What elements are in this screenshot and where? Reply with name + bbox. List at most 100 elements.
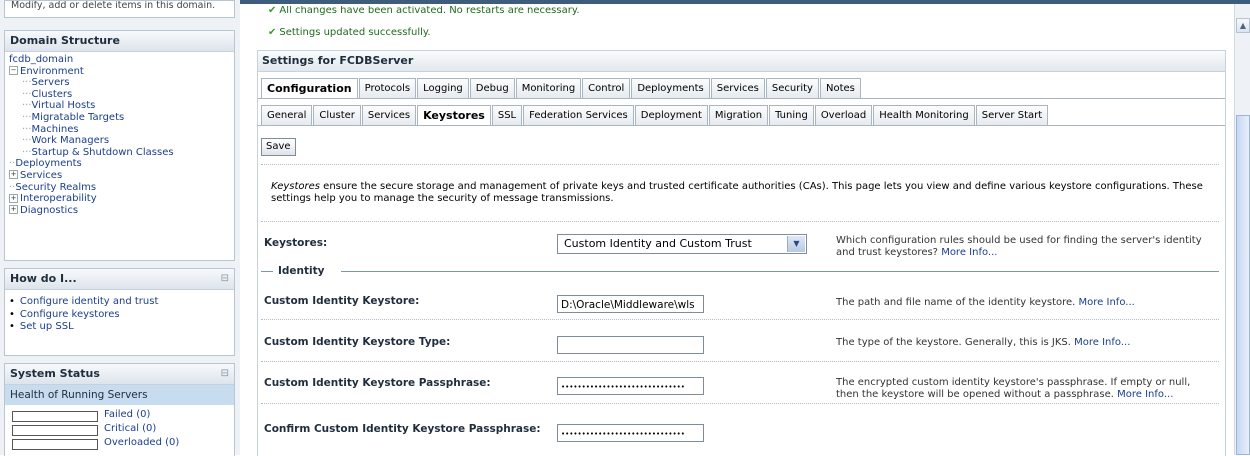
keystores-label: Keystores: [264, 237, 328, 249]
how-do-i-title: How do I... [10, 272, 77, 285]
expand-icon[interactable]: + [9, 170, 18, 180]
subtab-migration[interactable]: Migration [708, 105, 769, 125]
vertical-scrollbar[interactable]: ▲ [1234, 4, 1250, 455]
sub-tabs: General Cluster Services Keystores SSL F… [261, 105, 1049, 125]
status-failed: Failed (0) [5, 408, 234, 422]
chevron-down-icon[interactable]: ▼ [787, 236, 805, 252]
tree-interoperability[interactable]: + Interoperability [9, 193, 230, 205]
keystores-help: Which configuration rules should be used… [836, 235, 1202, 258]
howto-configure-keystores[interactable]: Configure keystores [9, 309, 230, 322]
subtab-federation-services[interactable]: Federation Services [523, 105, 634, 125]
tree-env-clusters[interactable]: ···Clusters [9, 89, 230, 101]
tab-services[interactable]: Services [710, 78, 765, 98]
separator [261, 319, 1219, 320]
tree-deployments[interactable]: ··Deployments [9, 158, 230, 170]
tree-env-servers[interactable]: ···Servers [9, 77, 230, 89]
collapse-icon[interactable]: − [9, 66, 18, 76]
tree-services[interactable]: + Services [9, 170, 230, 182]
subtab-health-monitoring[interactable]: Health Monitoring [873, 105, 975, 125]
tree-env-startup-shutdown[interactable]: ···Startup & Shutdown Classes [9, 147, 230, 159]
howto-set-up-ssl[interactable]: Set up SSL [9, 321, 230, 334]
tree-env-work-managers[interactable]: ···Work Managers [9, 135, 230, 147]
separator [261, 361, 1219, 362]
tab-logging[interactable]: Logging [417, 78, 469, 98]
settings-title: Settings for FCDBServer [258, 51, 1225, 72]
check-icon: ✔ [268, 27, 277, 38]
keystores-select[interactable]: Custom Identity and Custom Trust ▼ [557, 234, 807, 254]
subtab-cluster[interactable]: Cluster [313, 105, 361, 125]
description-emphasis: Keystores [271, 181, 320, 192]
custom-identity-pass-input[interactable]: •••••••••••••••••••••••••••••• [557, 377, 704, 395]
tree-security-realms[interactable]: ··Security Realms [9, 182, 230, 194]
confirm-pass-input[interactable]: •••••••••••••••••••••••••••••• [557, 424, 704, 442]
custom-identity-type-input[interactable] [557, 336, 704, 354]
tree-env-virtual-hosts[interactable]: ···Virtual Hosts [9, 100, 230, 112]
settings-panel: Settings for FCDBServer Configuration Pr… [257, 50, 1226, 456]
tab-security[interactable]: Security [765, 78, 819, 98]
top-tabs: Configuration Protocols Logging Debug Mo… [261, 78, 862, 98]
how-do-i-list: Configure identity and trust Configure k… [5, 290, 234, 336]
expand-icon[interactable]: + [9, 193, 18, 203]
tree-environment[interactable]: − Environment [9, 66, 230, 78]
subtab-ssl[interactable]: SSL [491, 105, 523, 125]
subtab-general[interactable]: General [261, 105, 313, 125]
keystores-description: Keystores ensure the secure storage and … [271, 181, 1211, 205]
tree-environment-label: Environment [20, 65, 84, 77]
message-activated: ✔ All changes have been activated. No res… [268, 6, 580, 15]
scroll-up-icon[interactable]: ▲ [1236, 18, 1250, 33]
scrollbar-thumb[interactable] [1236, 115, 1250, 455]
confirm-pass-label: Confirm Custom Identity Keystore Passphr… [264, 423, 541, 435]
tab-divider [258, 125, 1225, 126]
subtab-tuning[interactable]: Tuning [769, 105, 814, 125]
tree-domain[interactable]: fcdb_domain [9, 54, 230, 66]
domain-structure-title: Domain Structure [5, 31, 234, 52]
subtab-deployment[interactable]: Deployment [634, 105, 708, 125]
separator [261, 403, 1219, 404]
custom-identity-keystore-help: The path and file name of the identity k… [836, 297, 1135, 308]
tab-control[interactable]: Control [582, 78, 631, 98]
minimize-icon[interactable]: ⊟ [221, 269, 229, 289]
separator [261, 221, 1219, 222]
left-sidebar: Modify, add or delete items in this doma… [0, 0, 240, 456]
subtab-services[interactable]: Services [361, 105, 417, 125]
subtab-keystores[interactable]: Keystores [417, 105, 491, 125]
minimize-icon[interactable]: ⊟ [221, 364, 229, 384]
subtab-overload[interactable]: Overload [814, 105, 873, 125]
check-icon: ✔ [268, 6, 277, 15]
health-subtitle: Health of Running Servers [5, 385, 234, 405]
custom-identity-keystore-label: Custom Identity Keystore: [264, 295, 420, 307]
tab-notes[interactable]: Notes [819, 78, 861, 98]
separator [261, 164, 1219, 165]
change-center-box: Modify, add or delete items in this doma… [4, 0, 235, 18]
tab-deployments[interactable]: Deployments [631, 78, 710, 98]
message-updated: ✔ Settings updated successfully. [268, 27, 431, 38]
expand-icon[interactable]: + [9, 205, 18, 215]
howto-configure-identity-trust[interactable]: Configure identity and trust [9, 296, 230, 309]
status-overloaded: Overloaded (0) [5, 436, 234, 450]
tab-configuration[interactable]: Configuration [261, 78, 358, 98]
custom-identity-pass-label: Custom Identity Keystore Passphrase: [264, 377, 491, 389]
status-critical: Critical (0) [5, 422, 234, 436]
more-info-link[interactable]: More Info... [1074, 337, 1130, 348]
change-center-text: Modify, add or delete items in this doma… [11, 1, 216, 10]
tab-debug[interactable]: Debug [469, 78, 515, 98]
more-info-link[interactable]: More Info... [1117, 389, 1173, 400]
more-info-link[interactable]: More Info... [941, 247, 997, 258]
custom-identity-pass-help: The encrypted custom identity keystore's… [836, 377, 1191, 400]
tree-diagnostics[interactable]: + Diagnostics [9, 205, 230, 217]
tab-monitoring[interactable]: Monitoring [515, 78, 582, 98]
subtab-server-start[interactable]: Server Start [975, 105, 1049, 125]
domain-structure-box: Domain Structure fcdb_domain − Environmen… [4, 30, 235, 261]
tree-env-machines[interactable]: ···Machines [9, 124, 230, 136]
description-text: ensure the secure storage and management… [271, 181, 1203, 204]
save-button[interactable]: Save [261, 138, 296, 156]
how-do-i-box: How do I... ⊟ Configure identity and trus… [4, 268, 235, 356]
tab-divider [258, 98, 1225, 99]
custom-identity-keystore-input[interactable]: D:\Oracle\Middleware\wls [557, 295, 704, 313]
system-status-box: System Status ⊟ Health of Running Servers… [4, 363, 235, 456]
tab-protocols[interactable]: Protocols [358, 78, 417, 98]
tree-env-migratable-targets[interactable]: ···Migratable Targets [9, 112, 230, 124]
more-info-link[interactable]: More Info... [1079, 297, 1135, 308]
identity-fieldset-legend: Identity [261, 265, 1219, 279]
domain-tree: fcdb_domain − Environment ···Servers ···C… [5, 52, 234, 218]
